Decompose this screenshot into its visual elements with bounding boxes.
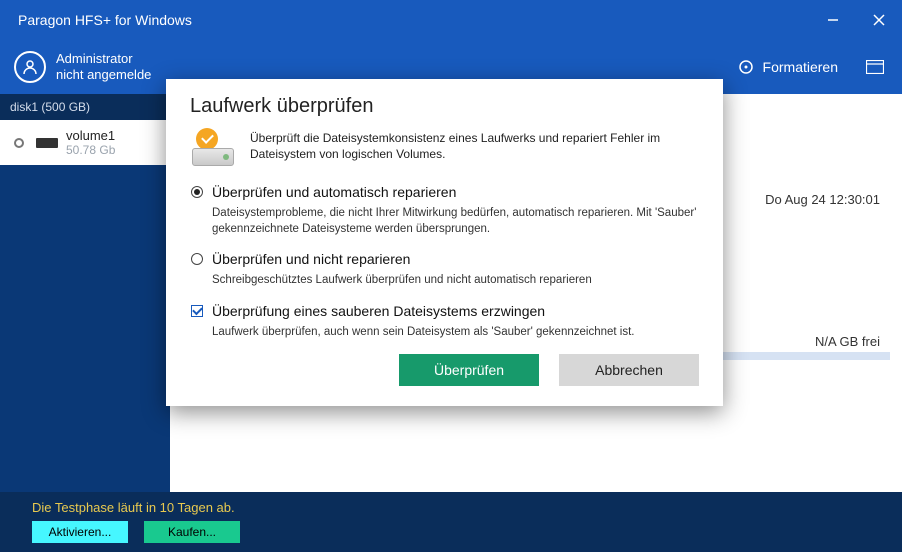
- volume-name: volume1: [66, 128, 115, 143]
- activate-button[interactable]: Aktivieren...: [32, 521, 128, 543]
- dialog-description: Überprüft die Dateisystemkonsistenz eine…: [250, 130, 699, 162]
- titlebar: Paragon HFS+ for Windows: [0, 0, 902, 40]
- radio-icon: [191, 186, 203, 198]
- user-status: nicht angemelde: [56, 67, 151, 83]
- user-block[interactable]: Administrator nicht angemelde: [14, 51, 151, 83]
- radio-icon: [191, 253, 203, 265]
- option-check-and-repair[interactable]: Überprüfen und automatisch reparieren Da…: [190, 184, 699, 237]
- buy-button[interactable]: Kaufen...: [144, 521, 240, 543]
- app-title: Paragon HFS+ for Windows: [18, 12, 192, 28]
- volume-row[interactable]: volume1 50.78 Gb: [0, 120, 170, 165]
- close-button[interactable]: [856, 0, 902, 40]
- free-space-bar: [710, 352, 890, 360]
- user-name: Administrator: [56, 51, 151, 67]
- option-label: Überprüfung eines sauberen Dateisystems …: [212, 303, 545, 319]
- option-help: Laufwerk überprüfen, auch wenn sein Date…: [212, 325, 699, 341]
- checkbox-icon: [191, 305, 203, 317]
- free-space-label: N/A GB frei: [815, 334, 880, 349]
- volume-size: 50.78 Gb: [66, 143, 115, 157]
- disk-header[interactable]: disk1 (500 GB): [0, 94, 170, 120]
- volume-radio-icon: [10, 138, 28, 148]
- trial-bar: Die Testphase läuft in 10 Tagen ab. Akti…: [0, 492, 902, 552]
- user-icon: [14, 51, 46, 83]
- drive-check-icon: [190, 130, 236, 166]
- window-controls: [810, 0, 902, 40]
- nav-panel-icon[interactable]: [866, 60, 884, 74]
- option-label: Überprüfen und automatisch reparieren: [212, 184, 456, 200]
- sidebar: disk1 (500 GB) volume1 50.78 Gb: [0, 94, 170, 492]
- nav-format[interactable]: Formatieren: [737, 58, 838, 76]
- option-help: Dateisystemprobleme, die nicht Ihrer Mit…: [212, 206, 699, 237]
- option-label: Überprüfen und nicht reparieren: [212, 251, 410, 267]
- drive-icon: [36, 138, 58, 148]
- dialog-title: Laufwerk überprüfen: [190, 95, 699, 118]
- nav-format-label: Formatieren: [763, 59, 838, 75]
- option-force-check[interactable]: Überprüfung eines sauberen Dateisystems …: [190, 303, 699, 341]
- minimize-button[interactable]: [810, 0, 856, 40]
- check-drive-dialog: Laufwerk überprüfen Überprüft die Dateis…: [166, 79, 723, 406]
- trial-message: Die Testphase läuft in 10 Tagen ab.: [32, 500, 884, 515]
- user-text: Administrator nicht angemelde: [56, 51, 151, 82]
- format-icon: [737, 58, 755, 76]
- option-check-no-repair[interactable]: Überprüfen und nicht reparieren Schreibg…: [190, 251, 699, 289]
- cancel-button[interactable]: Abbrechen: [559, 354, 699, 386]
- check-button[interactable]: Überprüfen: [399, 354, 539, 386]
- timestamp: Do Aug 24 12:30:01: [765, 192, 880, 207]
- option-help: Schreibgeschütztes Laufwerk überprüfen u…: [212, 273, 699, 289]
